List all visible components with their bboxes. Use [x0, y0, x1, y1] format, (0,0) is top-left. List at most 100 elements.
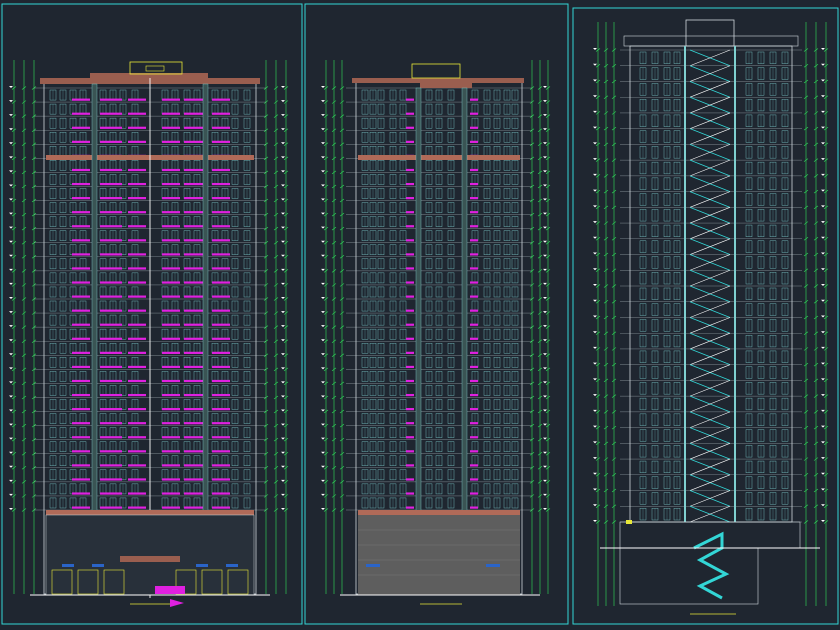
balcony-rail: [184, 197, 206, 200]
balcony-rail: [184, 239, 206, 242]
balcony-rail: [406, 506, 414, 509]
balcony-rail: [184, 464, 206, 467]
balcony-rail: [470, 281, 478, 284]
balcony-rail: [72, 337, 90, 340]
balcony-rail: [184, 422, 206, 425]
balcony-rail: [184, 393, 206, 397]
balcony-rail: [162, 211, 180, 214]
balcony-rail: [184, 295, 206, 298]
balcony-rail: [212, 323, 230, 326]
cad-drawing-canvas: [0, 0, 840, 630]
balcony-rail: [212, 365, 230, 369]
balcony-rail: [100, 197, 122, 200]
balcony-rail: [406, 295, 414, 298]
balcony-rail: [470, 351, 478, 354]
balcony-rail: [128, 281, 146, 284]
balcony-rail: [406, 98, 414, 101]
balcony-rail: [406, 408, 414, 411]
side-stone-podium: [358, 515, 520, 595]
balcony-rail: [128, 506, 146, 509]
balcony-rail: [406, 197, 414, 200]
balcony-rail: [470, 112, 478, 115]
front-entrance-sign: [155, 586, 185, 594]
balcony-rail: [470, 408, 478, 411]
section-level-tag: [626, 520, 632, 524]
balcony-rail: [100, 337, 122, 340]
balcony-rail: [184, 98, 206, 101]
balcony-rail: [406, 337, 414, 340]
balcony-rail: [100, 478, 122, 481]
side-base-cornice: [358, 510, 520, 515]
balcony-rail: [100, 309, 122, 312]
balcony-rail: [128, 126, 146, 129]
balcony-rail: [72, 182, 90, 186]
balcony-rail: [128, 450, 146, 453]
balcony-rail: [128, 211, 146, 214]
balcony-rail: [100, 211, 122, 214]
balcony-rail: [212, 239, 230, 242]
balcony-rail: [72, 112, 90, 115]
side-roof-step: [420, 83, 472, 88]
side-mid-cornice: [358, 155, 520, 160]
balcony-rail: [128, 309, 146, 312]
balcony-rail: [212, 464, 230, 467]
balcony-rail: [100, 365, 122, 369]
balcony-rail: [100, 98, 122, 101]
balcony-rail: [212, 393, 230, 397]
balcony-rail: [100, 351, 122, 354]
balcony-rail: [406, 267, 414, 270]
balcony-rail: [128, 182, 146, 186]
balcony-rail: [128, 379, 146, 383]
balcony-rail: [470, 337, 478, 340]
balcony-rail: [470, 436, 478, 439]
balcony-rail: [470, 253, 478, 256]
balcony-rail: [212, 140, 230, 143]
balcony-rail: [72, 492, 90, 495]
balcony-rail: [72, 281, 90, 284]
balcony-rail: [406, 140, 414, 143]
balcony-rail: [128, 351, 146, 354]
balcony-rail: [184, 168, 206, 172]
balcony-rail: [162, 422, 180, 425]
balcony-rail: [470, 506, 478, 509]
balcony-rail: [100, 239, 122, 242]
balcony-rail: [162, 112, 180, 115]
balcony-rail: [72, 436, 90, 439]
balcony-rail: [72, 506, 90, 509]
balcony-rail: [470, 140, 478, 143]
front-podium: [45, 514, 255, 596]
balcony-rail: [184, 267, 206, 270]
balcony-rail: [470, 182, 478, 186]
balcony-rail: [72, 408, 90, 411]
balcony-rail: [406, 281, 414, 284]
balcony-rail: [162, 365, 180, 369]
balcony-rail: [184, 450, 206, 453]
balcony-rail: [128, 98, 146, 101]
balcony-rail: [470, 464, 478, 467]
balcony-rail: [184, 140, 206, 143]
balcony-rail: [100, 182, 122, 186]
balcony-rail: [100, 408, 122, 411]
balcony-rail: [162, 450, 180, 453]
balcony-rail: [128, 365, 146, 369]
balcony-rail: [162, 140, 180, 143]
balcony-rail: [212, 253, 230, 256]
balcony-rail: [100, 436, 122, 439]
balcony-rail: [212, 267, 230, 270]
balcony-rail: [406, 126, 414, 129]
balcony-rail: [72, 140, 90, 143]
balcony-rail: [100, 450, 122, 453]
balcony-rail: [162, 506, 180, 509]
balcony-rail: [184, 506, 206, 509]
balcony-rail: [184, 365, 206, 369]
balcony-rail: [406, 225, 414, 228]
balcony-rail: [162, 253, 180, 256]
balcony-rail: [100, 112, 122, 115]
balcony-rail: [162, 182, 180, 186]
balcony-rail: [470, 309, 478, 312]
side-roof-cornice: [352, 78, 524, 83]
balcony-rail: [162, 239, 180, 242]
balcony-rail: [72, 211, 90, 214]
balcony-rail: [128, 225, 146, 228]
balcony-rail: [72, 464, 90, 467]
